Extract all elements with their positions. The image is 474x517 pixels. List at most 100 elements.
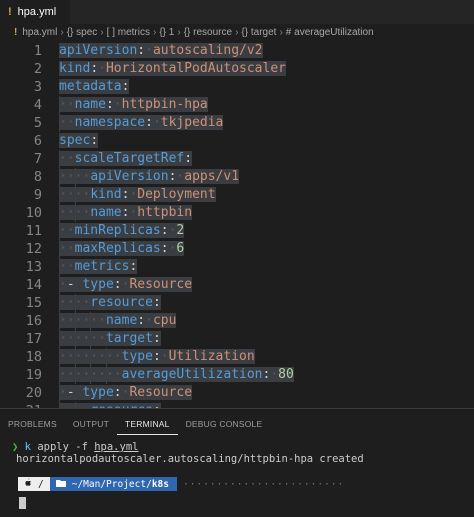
- code-line[interactable]: 2 kind:·HorizontalPodAutoscaler: [0, 60, 474, 78]
- line-number: 7: [33, 151, 42, 167]
- code-line[interactable]: 19········averageUtilization:·80: [0, 366, 474, 384]
- code-line[interactable]: 9 ····kind:·Deployment: [0, 186, 474, 204]
- terminal-output: horizontalpodautoscaler.autoscaling/http…: [16, 453, 364, 465]
- chevron-right-icon: ›: [279, 26, 283, 38]
- breadcrumb-item-index[interactable]: {} 1: [159, 27, 174, 38]
- yaml-colon: :: [145, 115, 153, 130]
- code-line[interactable]: 6 spec:: [0, 132, 474, 150]
- yaml-colon: :: [160, 241, 169, 256]
- code-line[interactable]: 10 ····name:·httpbin: [0, 204, 474, 222]
- code-line[interactable]: 12 ··maxReplicas:·6: [0, 240, 474, 258]
- yaml-string-value: cpu: [152, 313, 177, 328]
- breadcrumb-item-metrics[interactable]: [ ] metrics: [107, 27, 150, 38]
- indent-guide: [74, 294, 76, 384]
- indent-guide: [105, 348, 107, 384]
- line-code: spec:: [59, 132, 99, 150]
- selection-highlight: apiVersion:·autoscaling/v2: [59, 43, 263, 58]
- indent-guide: [74, 168, 76, 222]
- selection-highlight: ··name:·httpbin-hpa: [59, 97, 208, 112]
- chevron-right-icon: ›: [100, 26, 104, 38]
- code-line[interactable]: 20 ·- type:·Resource: [0, 384, 474, 402]
- breadcrumb-item-average-utilization[interactable]: # averageUtilization: [286, 27, 374, 38]
- line-code: ····apiVersion:·apps/v1: [59, 168, 240, 186]
- yaml-colon: :: [121, 79, 130, 94]
- yaml-exclamation-icon: !: [8, 6, 12, 18]
- selection-highlight: ····name:·httpbin: [59, 205, 193, 220]
- yaml-colon: :: [113, 385, 122, 400]
- code-line[interactable]: 13 ··metrics:: [0, 258, 474, 276]
- yaml-key: name: [105, 313, 138, 328]
- selection-highlight: metadata:: [59, 79, 130, 94]
- line-number: 8: [33, 169, 42, 185]
- whitespace-dots: ·: [59, 385, 67, 400]
- yaml-colon: :: [184, 151, 193, 166]
- yaml-key: name: [90, 205, 122, 220]
- tab-hpa-yml[interactable]: ! hpa.yml: [0, 0, 70, 24]
- prompt-bar: / ~/Man/Project/k8s ····················…: [18, 477, 344, 491]
- breadcrumb-item-file[interactable]: hpa.yml: [22, 27, 57, 38]
- breadcrumb-item-target[interactable]: {} target: [241, 27, 276, 38]
- yaml-key: target: [105, 331, 153, 346]
- code-line[interactable]: 18········type:·Utilization: [0, 348, 474, 366]
- code-line[interactable]: 1 apiVersion:·autoscaling/v2: [0, 42, 474, 60]
- code-editor[interactable]: 1 apiVersion:·autoscaling/v2 2 kind:·Horizo…: [0, 40, 474, 408]
- breadcrumb-item-resource[interactable]: {} resource: [184, 27, 232, 38]
- line-code: ··metrics:: [59, 258, 138, 276]
- line-number: 10: [25, 205, 42, 221]
- yaml-key: maxReplicas: [74, 241, 161, 256]
- selection-highlight: kind:·HorizontalPodAutoscaler: [59, 61, 286, 76]
- yaml-colon: :: [152, 331, 161, 346]
- tab-terminal[interactable]: TERMINAL: [117, 417, 178, 435]
- path-separator: /: [38, 478, 44, 490]
- yaml-key: type: [82, 277, 114, 292]
- code-line[interactable]: 3 metadata:: [0, 78, 474, 96]
- tab-problems[interactable]: PROBLEMS: [0, 417, 65, 435]
- breadcrumb-item-spec[interactable]: {} spec: [67, 27, 98, 38]
- selection-highlight: ··namespace:·tkjpedia: [59, 115, 224, 130]
- yaml-string-value: HorizontalPodAutoscaler: [105, 61, 286, 76]
- selection-highlight: ·- type:·Resource: [59, 277, 193, 292]
- tab-debug-console[interactable]: DEBUG CONSOLE: [178, 417, 271, 435]
- yaml-colon: :: [152, 349, 161, 364]
- line-code: ····name:·httpbin: [59, 204, 193, 222]
- line-code: ··namespace:·tkjpedia: [59, 114, 224, 132]
- code-line[interactable]: 11 ··minReplicas:·2: [0, 222, 474, 240]
- code-line[interactable]: 17 ······target:: [0, 330, 474, 348]
- yaml-colon: :: [113, 277, 122, 292]
- apple-icon: [24, 478, 32, 490]
- whitespace-dots: ······: [59, 313, 106, 328]
- code-line[interactable]: 8 ····apiVersion:·apps/v1: [0, 168, 474, 186]
- breadcrumb: ! hpa.yml › {} spec › [ ] metrics › {} 1…: [0, 24, 474, 40]
- terminal-file-arg[interactable]: hpa.yml: [94, 441, 138, 453]
- line-code: ··maxReplicas:·6: [59, 240, 185, 258]
- code-line[interactable]: 14 ·- type:·Resource: [0, 276, 474, 294]
- whitespace-dots: ··: [59, 259, 75, 274]
- yaml-number-value: 6: [176, 241, 185, 256]
- line-code: metadata:: [59, 78, 130, 96]
- yaml-colon: :: [105, 97, 114, 112]
- yaml-key: scaleTargetRef: [74, 151, 185, 166]
- code-line[interactable]: 4 ··name:·httpbin-hpa: [0, 96, 474, 114]
- prompt-path-current: k8s: [151, 478, 169, 490]
- code-line[interactable]: 7 ··scaleTargetRef:: [0, 150, 474, 168]
- prompt-os-segment: /: [18, 477, 50, 491]
- list-dash: -: [66, 277, 83, 292]
- code-line[interactable]: 15····resource:: [0, 294, 474, 312]
- tab-output[interactable]: OUTPUT: [65, 417, 117, 435]
- yaml-string-value: httpbin-hpa: [121, 97, 208, 112]
- tab-label: hpa.yml: [17, 6, 57, 18]
- line-code: ······name:·cpu: [59, 312, 177, 330]
- line-code: kind:·HorizontalPodAutoscaler: [59, 60, 286, 78]
- selection-highlight: ········type:·Utilization: [59, 349, 255, 364]
- indent-guide: [59, 96, 60, 132]
- chevron-right-icon: ›: [152, 26, 157, 38]
- code-line[interactable]: 5 ··namespace:·tkjpedia: [0, 114, 474, 132]
- selection-highlight: ··minReplicas:·2: [59, 223, 185, 238]
- line-code: apiVersion:·autoscaling/v2: [59, 42, 263, 60]
- prompt-path: ~/Man/Project/: [71, 478, 152, 490]
- line-number: 20: [25, 385, 42, 401]
- code-line[interactable]: 16 ······name:·cpu: [0, 312, 474, 330]
- yaml-string-value: Resource: [129, 277, 193, 292]
- chevron-right-icon: ›: [60, 26, 64, 38]
- yaml-key: metrics: [74, 259, 130, 274]
